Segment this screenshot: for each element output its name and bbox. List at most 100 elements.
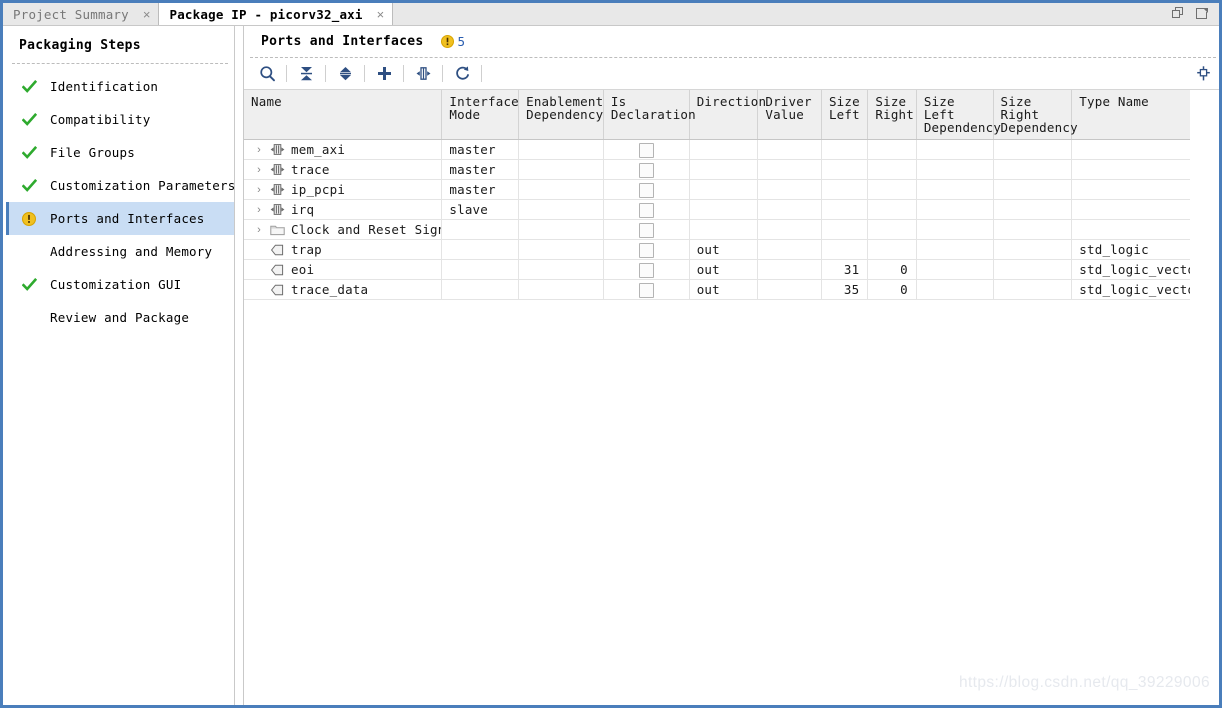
cell-size-right-dependency[interactable]: [993, 139, 1073, 160]
cell-size-left-dependency[interactable]: [916, 239, 994, 260]
is-declaration-checkbox[interactable]: [638, 282, 654, 298]
sidebar-item-compatibility[interactable]: Compatibility: [6, 103, 234, 136]
cell-type-name[interactable]: [1071, 139, 1190, 160]
tab-project-summary[interactable]: Project Summary ×: [3, 3, 160, 25]
column-header-szl[interactable]: Size Left: [821, 90, 869, 140]
cell-interface-mode[interactable]: [441, 259, 520, 280]
cell-size-left[interactable]: [821, 139, 869, 160]
column-header-enab[interactable]: Enablement Dependency: [518, 90, 604, 140]
table-row[interactable]: › irq slave: [244, 199, 1190, 220]
cell-size-left-dependency[interactable]: [916, 159, 994, 180]
cell-size-left[interactable]: 31: [821, 259, 869, 280]
cell-size-left-dependency[interactable]: [916, 259, 994, 280]
column-header-dir[interactable]: Direction: [689, 90, 766, 140]
expand-all-button[interactable]: [330, 61, 360, 87]
cell-direction[interactable]: out: [689, 239, 759, 260]
expand-arrow-icon[interactable]: ›: [251, 224, 267, 236]
is-declaration-checkbox[interactable]: [638, 162, 654, 178]
auto-infer-button[interactable]: [408, 61, 438, 87]
add-button[interactable]: [369, 61, 399, 87]
cell-name[interactable]: › Clock and Reset Signals: [244, 219, 443, 240]
cell-size-right[interactable]: [867, 239, 917, 260]
cell-size-right-dependency[interactable]: [993, 199, 1073, 220]
cell-enablement-dependency[interactable]: [518, 139, 604, 160]
cell-type-name[interactable]: [1071, 179, 1190, 200]
cell-enablement-dependency[interactable]: [518, 179, 604, 200]
cell-name[interactable]: ›trap: [244, 239, 443, 260]
cell-size-left[interactable]: [821, 219, 869, 240]
cell-size-right[interactable]: 0: [867, 259, 917, 280]
cell-name[interactable]: › ip_pcpi: [244, 179, 443, 200]
cell-direction[interactable]: [689, 159, 759, 180]
collapse-all-button[interactable]: [291, 61, 321, 87]
sidebar-item-customization-parameters[interactable]: Customization Parameters: [6, 169, 235, 202]
cell-interface-mode[interactable]: master: [441, 179, 520, 200]
table-row[interactable]: › trace master: [244, 159, 1190, 180]
cell-type-name[interactable]: std_logic_vector: [1071, 279, 1190, 300]
expand-arrow-icon[interactable]: ›: [251, 184, 267, 196]
cell-size-left-dependency[interactable]: [916, 179, 994, 200]
cell-is-declaration[interactable]: [603, 199, 690, 220]
cell-interface-mode[interactable]: slave: [441, 199, 520, 220]
cell-direction[interactable]: [689, 199, 759, 220]
table-row[interactable]: ›eoi out 310 std_logic_vector: [244, 259, 1190, 280]
cell-name[interactable]: › mem_axi: [244, 139, 443, 160]
cell-enablement-dependency[interactable]: [518, 159, 604, 180]
cell-enablement-dependency[interactable]: [518, 199, 604, 220]
is-declaration-checkbox[interactable]: [638, 142, 654, 158]
cell-type-name[interactable]: std_logic_vector: [1071, 259, 1190, 280]
cell-size-right[interactable]: [867, 179, 917, 200]
cell-size-right-dependency[interactable]: [993, 259, 1073, 280]
cell-is-declaration[interactable]: [603, 139, 690, 160]
search-button[interactable]: [252, 61, 282, 87]
cell-name[interactable]: ›eoi: [244, 259, 443, 280]
cell-size-right[interactable]: [867, 139, 917, 160]
cell-size-right-dependency[interactable]: [993, 159, 1073, 180]
cell-size-right[interactable]: [867, 199, 917, 220]
cell-driver-value[interactable]: [757, 259, 822, 280]
is-declaration-checkbox[interactable]: [638, 182, 654, 198]
cell-interface-mode[interactable]: master: [441, 139, 520, 160]
cell-size-left-dependency[interactable]: [916, 279, 994, 300]
column-header-szrd[interactable]: Size Right Dependency: [993, 90, 1078, 140]
cell-enablement-dependency[interactable]: [518, 239, 604, 260]
column-header-isdec[interactable]: Is Declaration: [603, 90, 696, 140]
cell-name[interactable]: › irq: [244, 199, 443, 220]
expand-arrow-icon[interactable]: ›: [251, 144, 267, 156]
column-header-szr[interactable]: Size Right: [867, 90, 917, 140]
panel-splitter[interactable]: [235, 26, 243, 705]
expand-arrow-icon[interactable]: ›: [251, 204, 267, 216]
cell-direction[interactable]: [689, 139, 759, 160]
sidebar-item-customization-gui[interactable]: Customization GUI: [6, 268, 234, 301]
pin-button[interactable]: [1190, 60, 1216, 86]
refresh-button[interactable]: [447, 61, 477, 87]
maximize-window-icon[interactable]: [1195, 7, 1209, 21]
sidebar-item-addressing-and-memory[interactable]: Addressing and Memory: [6, 235, 234, 268]
cell-is-declaration[interactable]: [603, 159, 690, 180]
cell-size-left[interactable]: [821, 159, 869, 180]
cell-interface-mode[interactable]: [441, 239, 520, 260]
table-row[interactable]: › ip_pcpi master: [244, 179, 1190, 200]
cell-size-right-dependency[interactable]: [993, 179, 1073, 200]
sidebar-item-review-and-package[interactable]: Review and Package: [6, 301, 234, 334]
cell-is-declaration[interactable]: [603, 179, 690, 200]
cell-size-right[interactable]: [867, 219, 917, 240]
sidebar-item-file-groups[interactable]: File Groups: [6, 136, 234, 169]
sidebar-item-ports-and-interfaces[interactable]: Ports and Interfaces: [6, 202, 234, 235]
cell-size-right-dependency[interactable]: [993, 239, 1073, 260]
cell-type-name[interactable]: [1071, 219, 1190, 240]
cell-driver-value[interactable]: [757, 239, 822, 260]
tab-package-ip[interactable]: Package IP - picorv32_axi ×: [159, 3, 394, 25]
cell-size-left[interactable]: 35: [821, 279, 869, 300]
cell-size-right-dependency[interactable]: [993, 279, 1073, 300]
restore-window-icon[interactable]: [1172, 7, 1186, 21]
cell-size-left-dependency[interactable]: [916, 219, 994, 240]
table-row[interactable]: › mem_axi master: [244, 139, 1190, 160]
table-row[interactable]: ›trace_data out 350 std_logic_vector: [244, 279, 1190, 300]
cell-size-left[interactable]: [821, 239, 869, 260]
cell-size-right[interactable]: 0: [867, 279, 917, 300]
cell-size-left[interactable]: [821, 179, 869, 200]
cell-direction[interactable]: out: [689, 279, 759, 300]
cell-interface-mode[interactable]: [441, 279, 520, 300]
cell-is-declaration[interactable]: [603, 279, 690, 300]
